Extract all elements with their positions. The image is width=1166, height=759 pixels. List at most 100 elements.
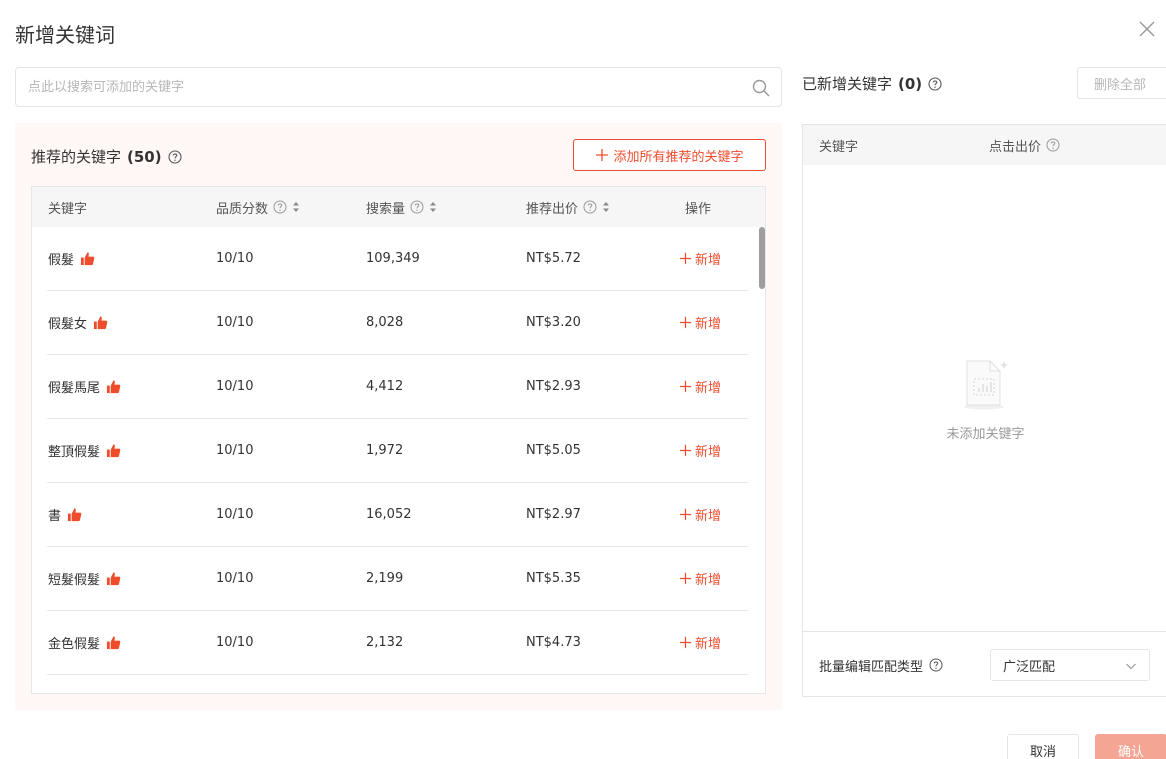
keyword-cell: 假髮馬尾 bbox=[48, 355, 121, 418]
add-keyword-button[interactable]: 新增 bbox=[679, 419, 721, 482]
keyword-cell: 整頂假髮 bbox=[48, 419, 121, 482]
quality-score-cell: 10/10 bbox=[216, 507, 254, 522]
delete-all-button[interactable]: 删除全部 bbox=[1077, 67, 1166, 99]
plus-icon bbox=[679, 508, 692, 521]
add-keyword-button[interactable]: 新增 bbox=[679, 355, 721, 418]
added-keywords-heading: 已新增关键字 (0) bbox=[802, 73, 942, 94]
quality-score-cell: 10/10 bbox=[216, 571, 254, 586]
quality-score-cell: 10/10 bbox=[216, 443, 254, 458]
add-all-recommended-button[interactable]: 添加所有推荐的关键字 bbox=[573, 139, 766, 171]
match-type-value: 广泛匹配 bbox=[1003, 659, 1056, 675]
add-keyword-button[interactable]: 新增 bbox=[679, 227, 721, 290]
search-icon[interactable] bbox=[751, 78, 771, 98]
table-row: 假髮女 10/10 8,028 NT$3.20 新增 bbox=[47, 291, 748, 355]
column-quality-score[interactable]: 品质分数 bbox=[216, 187, 300, 227]
recommended-bid-cell: NT$2.93 bbox=[526, 379, 581, 394]
recommended-title: 推荐的关键字 bbox=[31, 148, 122, 166]
empty-document-icon bbox=[964, 360, 1008, 410]
add-keyword-button[interactable]: 新增 bbox=[679, 483, 721, 546]
table-scrollbar[interactable] bbox=[759, 227, 765, 693]
match-type-select[interactable]: 广泛匹配 bbox=[990, 649, 1150, 681]
column-bid-label: 推荐出价 bbox=[526, 201, 579, 217]
column-quality-label: 品质分数 bbox=[216, 201, 269, 217]
add-keyword-label: 新增 bbox=[695, 637, 722, 652]
column-keyword-label: 关键字 bbox=[819, 139, 859, 155]
sort-icon[interactable] bbox=[292, 201, 300, 213]
column-action-label: 操作 bbox=[685, 201, 712, 217]
help-icon[interactable] bbox=[410, 200, 424, 214]
batch-edit-label: 批量编辑匹配类型 bbox=[819, 659, 924, 675]
batch-edit-label-group: 批量编辑匹配类型 bbox=[819, 632, 943, 698]
column-keyword: 关键字 bbox=[819, 125, 858, 165]
column-recommended-bid[interactable]: 推荐出价 bbox=[526, 187, 610, 227]
chevron-down-icon bbox=[1126, 663, 1136, 670]
keyword-text: 金色假髮 bbox=[48, 637, 101, 652]
keyword-search-box[interactable] bbox=[15, 67, 782, 107]
thumbs-up-icon bbox=[67, 508, 82, 522]
keyword-cell: 短髮假髮 bbox=[48, 547, 121, 610]
plus-icon bbox=[679, 572, 692, 585]
table-row: 書 10/10 16,052 NT$2.97 新增 bbox=[47, 483, 748, 547]
search-volume-cell: 4,412 bbox=[366, 379, 404, 394]
table-row: 整頂假髮 10/10 1,972 NT$5.05 新增 bbox=[47, 419, 748, 483]
help-icon[interactable] bbox=[1046, 138, 1060, 152]
table-header: 关键字 品质分数 搜索量 推荐出价 操作 bbox=[32, 187, 765, 227]
quality-score-cell: 10/10 bbox=[216, 379, 254, 394]
sort-icon[interactable] bbox=[602, 201, 610, 213]
column-search-volume[interactable]: 搜索量 bbox=[366, 187, 437, 227]
dialog-title: 新增关键词 bbox=[15, 23, 115, 47]
keyword-cell: 假髮 bbox=[48, 227, 95, 290]
recommended-keywords-heading: 推荐的关键字 (50) bbox=[31, 146, 182, 167]
add-keyword-label: 新增 bbox=[695, 381, 722, 396]
help-icon[interactable] bbox=[929, 658, 943, 672]
plus-icon bbox=[596, 149, 609, 161]
recommended-keywords-panel: 推荐的关键字 (50) 添加所有推荐的关键字 关键字 品质分数 搜索量 推荐出价… bbox=[15, 123, 782, 710]
batch-edit-bar: 批量编辑匹配类型 广泛匹配 bbox=[803, 631, 1166, 697]
close-icon[interactable] bbox=[1136, 18, 1158, 40]
search-volume-cell: 2,199 bbox=[366, 571, 404, 586]
help-icon[interactable] bbox=[583, 200, 597, 214]
help-icon[interactable] bbox=[168, 149, 182, 164]
added-table-header: 关键字 点击出价 bbox=[803, 125, 1166, 165]
close-button[interactable] bbox=[1136, 18, 1158, 40]
add-keyword-label: 新增 bbox=[695, 509, 722, 524]
search-volume-cell: 109,349 bbox=[366, 251, 420, 266]
table-row: 短髮假髮 10/10 2,199 NT$5.35 新增 bbox=[47, 547, 748, 611]
search-volume-cell: 1,972 bbox=[366, 443, 404, 458]
keyword-cell: 假髮女 bbox=[48, 291, 108, 354]
confirm-button[interactable]: 确认 bbox=[1095, 734, 1166, 759]
column-click-bid: 点击出价 bbox=[989, 125, 1060, 165]
search-volume-cell: 2,132 bbox=[366, 635, 404, 650]
keyword-text: 假髮馬尾 bbox=[48, 381, 101, 396]
scrollbar-thumb[interactable] bbox=[759, 227, 765, 289]
add-keyword-button[interactable]: 新增 bbox=[679, 291, 721, 354]
keyword-cell: 書 bbox=[48, 483, 82, 546]
thumbs-up-icon bbox=[106, 636, 121, 650]
added-keywords-panel: 关键字 点击出价 未添加关键字 批量编辑匹配类型 广泛匹配 bbox=[802, 124, 1166, 697]
plus-icon bbox=[679, 316, 692, 329]
plus-icon bbox=[679, 380, 692, 393]
column-keyword: 关键字 bbox=[48, 187, 87, 227]
keyword-text: 整頂假髮 bbox=[48, 445, 101, 460]
help-icon[interactable] bbox=[928, 76, 942, 91]
added-title: 已新增关键字 bbox=[802, 75, 893, 93]
keyword-text: 短髮假髮 bbox=[48, 573, 101, 588]
recommended-bid-cell: NT$5.35 bbox=[526, 571, 581, 586]
search-volume-cell: 16,052 bbox=[366, 507, 412, 522]
recommended-bid-cell: NT$3.20 bbox=[526, 315, 581, 330]
column-action: 操作 bbox=[685, 187, 711, 227]
plus-icon bbox=[679, 636, 692, 649]
column-keyword-label: 关键字 bbox=[48, 201, 88, 217]
column-volume-label: 搜索量 bbox=[366, 201, 406, 217]
quality-score-cell: 10/10 bbox=[216, 251, 254, 266]
cancel-button[interactable]: 取消 bbox=[1007, 734, 1079, 759]
add-keyword-button[interactable]: 新增 bbox=[679, 547, 721, 610]
help-icon[interactable] bbox=[273, 200, 287, 214]
quality-score-cell: 10/10 bbox=[216, 315, 254, 330]
add-keyword-button[interactable]: 新增 bbox=[679, 611, 721, 674]
recommended-keywords-table: 关键字 品质分数 搜索量 推荐出价 操作 假髮 10/10 109,349 NT… bbox=[31, 186, 766, 694]
keyword-search-input[interactable] bbox=[16, 68, 736, 106]
keyword-cell: 金色假髮 bbox=[48, 611, 121, 674]
plus-icon bbox=[679, 252, 692, 265]
sort-icon[interactable] bbox=[429, 201, 437, 213]
